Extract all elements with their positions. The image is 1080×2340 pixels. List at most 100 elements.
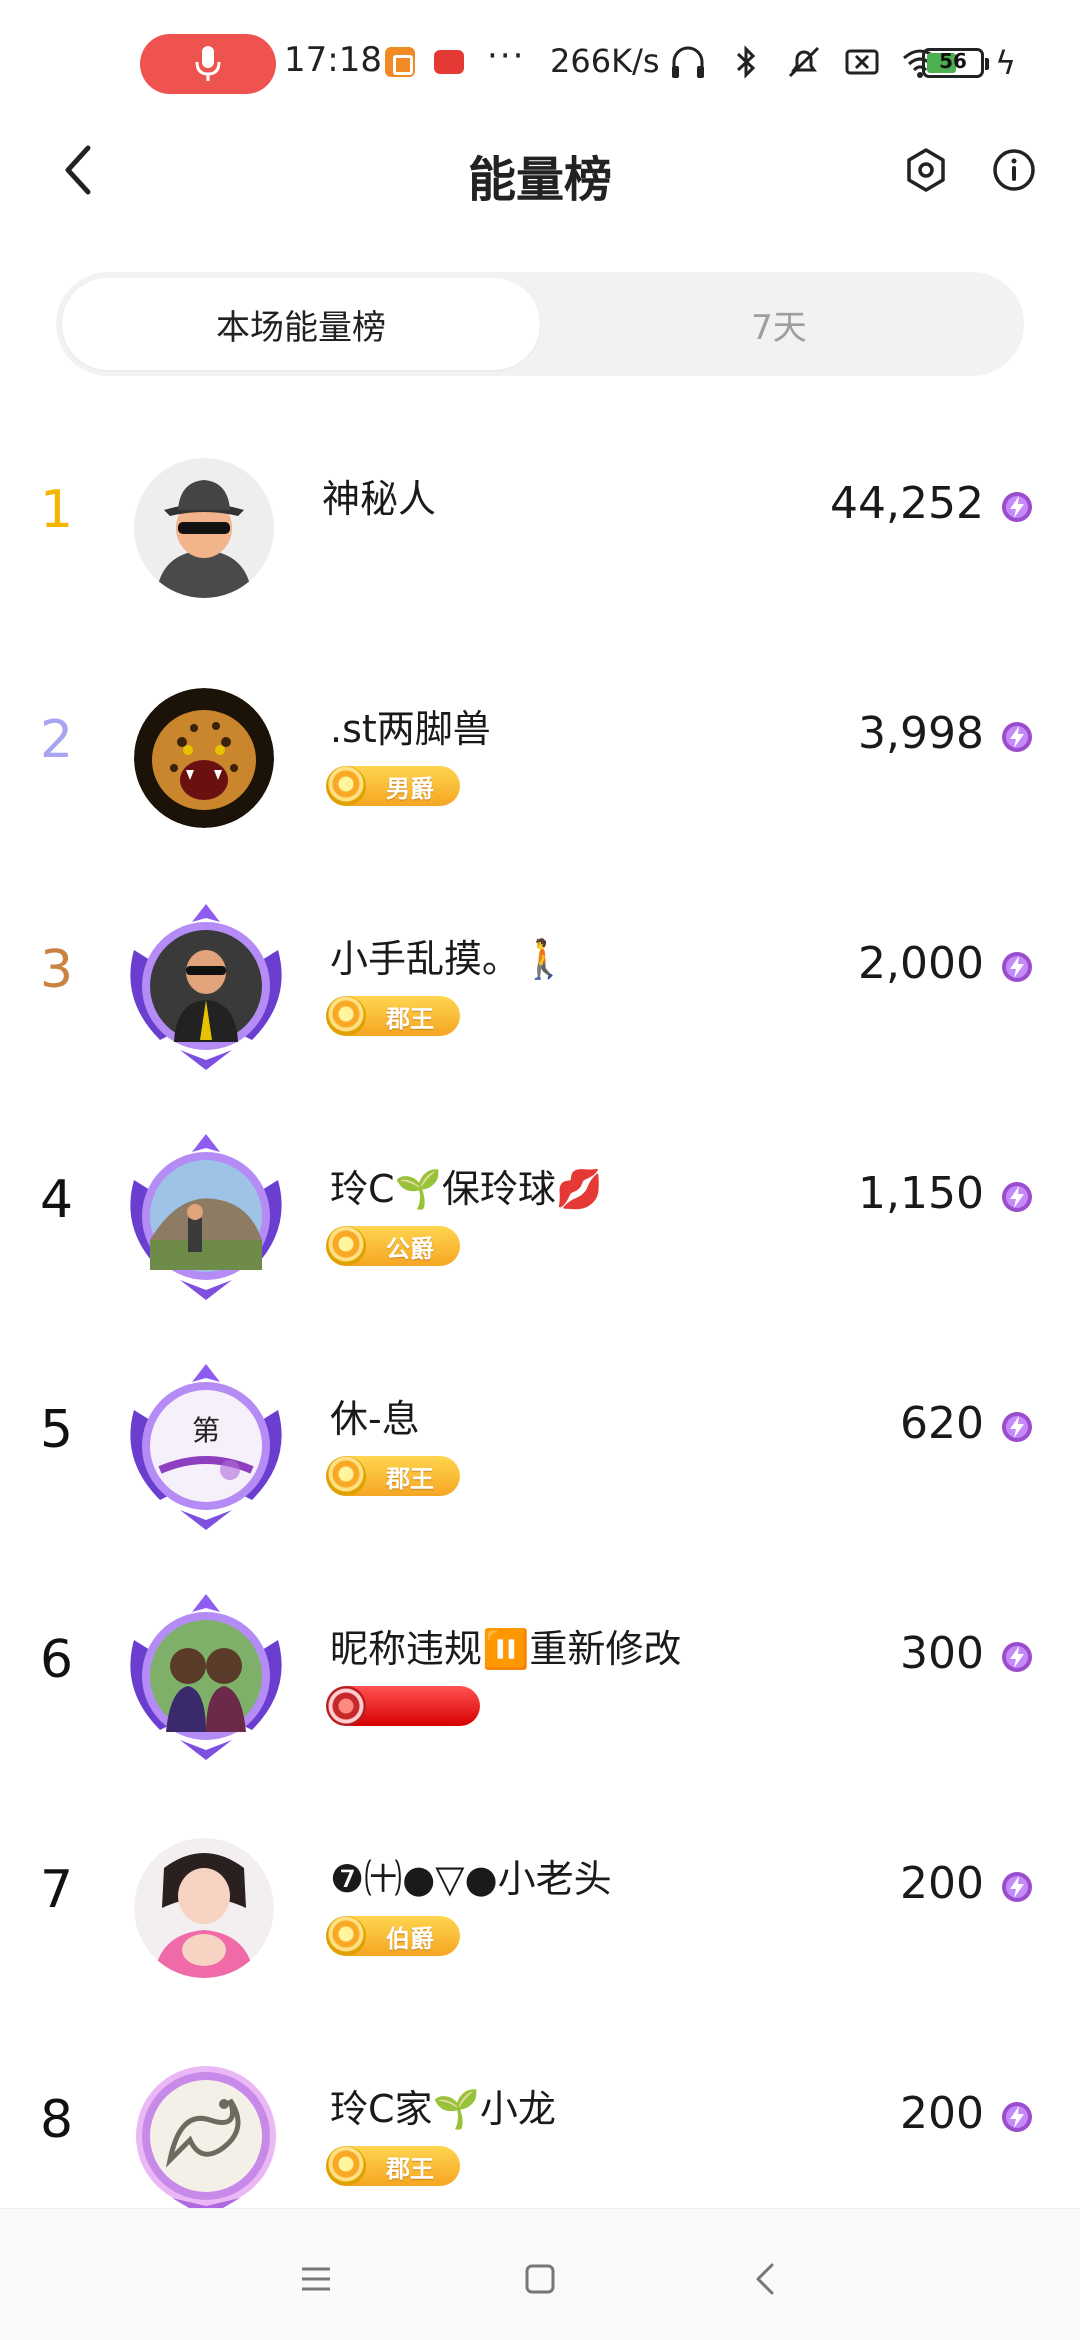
lightning-gem-icon bbox=[1002, 1642, 1032, 1672]
avatar[interactable] bbox=[120, 2050, 292, 2222]
avatar[interactable]: 第 bbox=[120, 1360, 292, 1532]
energy-score: 1,150 bbox=[858, 1168, 984, 1219]
rank-number: 4 bbox=[40, 1170, 74, 1230]
lightning-gem-icon bbox=[1002, 952, 1032, 982]
charging-icon: ϟ bbox=[995, 44, 1017, 82]
status-bar: 17:18 ··· 266K/s 56 ϟ bbox=[0, 0, 1080, 120]
more-notifications-icon: ··· bbox=[487, 36, 526, 76]
badge-gem-icon bbox=[326, 2146, 366, 2186]
battery-icon: 56 bbox=[922, 48, 989, 78]
header: 能量榜 bbox=[0, 120, 1080, 220]
bluetooth-icon bbox=[736, 45, 756, 79]
mic-recording-pill[interactable] bbox=[140, 34, 276, 94]
energy-score: 2,000 bbox=[858, 938, 984, 989]
energy-score: 300 bbox=[900, 1628, 984, 1679]
framed-avatar-couple bbox=[130, 1594, 282, 1760]
noble-badge: 男爵 bbox=[326, 766, 460, 806]
ranking-row[interactable]: 2 .st两脚兽 男爵 3,998 bbox=[0, 640, 1080, 870]
mute-bell-icon bbox=[788, 46, 820, 78]
user-name: ❼㈩●▽●小老头 bbox=[330, 1857, 612, 1901]
lightning-gem-icon bbox=[1002, 1412, 1032, 1442]
badge-label: 郡王 bbox=[386, 1004, 434, 1033]
ranking-row[interactable]: 7 ❼㈩●▽●小老头 伯爵 200 bbox=[0, 1790, 1080, 2020]
avatar-calligraphy-text: 第 bbox=[192, 1414, 220, 1447]
info-button[interactable] bbox=[986, 142, 1042, 198]
ranking-row[interactable]: 6 昵称违规⏸️重新修改 300 bbox=[0, 1560, 1080, 1790]
framed-avatar-boy bbox=[130, 904, 282, 1070]
framed-avatar-landscape bbox=[130, 1134, 282, 1300]
badge-label: 公爵 bbox=[386, 1234, 434, 1263]
badge-gem-icon bbox=[326, 1916, 366, 1956]
ranking-row[interactable]: 1 神秘人 44,252 bbox=[0, 410, 1080, 640]
ranking-tabs: 本场能量榜 7天 bbox=[56, 272, 1024, 376]
energy-ranking-page: 17:18 ··· 266K/s 56 ϟ 能量榜 本场能量榜 7天 1 神秘人… bbox=[0, 0, 1080, 2340]
recent-apps-button[interactable] bbox=[286, 2249, 346, 2309]
avatar[interactable] bbox=[134, 688, 274, 828]
user-name: 神秘人 bbox=[322, 477, 437, 521]
badge-gem-icon bbox=[326, 996, 366, 1036]
rank-number: 7 bbox=[40, 1860, 74, 1920]
framed-avatar-calligraphy: 第 bbox=[130, 1364, 282, 1530]
badge-gem-icon bbox=[326, 1456, 366, 1496]
chevron-left-icon bbox=[756, 2263, 774, 2295]
avatar[interactable] bbox=[120, 1130, 292, 1302]
status-time: 17:18 bbox=[284, 40, 382, 80]
energy-score: 44,252 bbox=[830, 478, 984, 529]
rank-number: 8 bbox=[40, 2090, 74, 2150]
badge-label: 郡王 bbox=[386, 1464, 434, 1493]
noble-badge: 郡王 bbox=[326, 996, 460, 1036]
user-name: .st两脚兽 bbox=[330, 707, 491, 751]
chevron-down-badge-icon bbox=[326, 1686, 366, 1726]
lightning-gem-icon bbox=[1002, 492, 1032, 522]
menu-icon bbox=[302, 2267, 330, 2291]
tab-7-days[interactable]: 7天 bbox=[540, 278, 1018, 370]
noble-badge: 伯爵 bbox=[326, 1916, 460, 1956]
fan-level-badge bbox=[326, 1686, 480, 1726]
ranking-row[interactable]: 4 玲C🌱保玲球💋 公爵 1,150 bbox=[0, 1100, 1080, 1330]
tab-current-session[interactable]: 本场能量榜 bbox=[62, 278, 540, 370]
user-name: 小手乱摸。🚶 bbox=[330, 937, 568, 981]
avatar[interactable] bbox=[134, 458, 274, 598]
leopard-avatar bbox=[134, 688, 274, 828]
microphone-icon bbox=[195, 46, 221, 81]
headphones-icon bbox=[672, 46, 704, 78]
badge-label: 男爵 bbox=[386, 774, 434, 803]
energy-score: 620 bbox=[900, 1398, 984, 1449]
rank-number: 2 bbox=[40, 710, 74, 770]
noble-badge: 公爵 bbox=[326, 1226, 460, 1266]
ranking-row[interactable]: 3 小手乱摸。🚶 郡王 2,000 bbox=[0, 870, 1080, 1100]
settings-button[interactable] bbox=[898, 142, 954, 198]
lightning-gem-icon bbox=[1002, 722, 1032, 752]
network-speed: 266K/s bbox=[550, 42, 660, 80]
ranking-row[interactable]: 5 第 休-息 郡王 620 bbox=[0, 1330, 1080, 1560]
lightning-gem-icon bbox=[1002, 1182, 1032, 1212]
woman-avatar bbox=[134, 1838, 274, 1978]
info-icon bbox=[993, 149, 1035, 191]
badge-label: 伯爵 bbox=[386, 1924, 434, 1953]
user-name: 玲C家🌱小龙 bbox=[330, 2087, 556, 2131]
energy-score: 200 bbox=[900, 1858, 984, 1909]
hexagon-settings-icon bbox=[907, 148, 945, 192]
user-name: 昵称违规⏸️重新修改 bbox=[330, 1627, 682, 1671]
sim-off-icon bbox=[845, 49, 879, 75]
rank-number: 5 bbox=[40, 1400, 74, 1460]
rank-number: 1 bbox=[40, 480, 74, 540]
lightning-gem-icon bbox=[1002, 2102, 1032, 2132]
badge-label: 郡王 bbox=[386, 2154, 434, 2183]
app-notification-icon-2 bbox=[434, 50, 464, 74]
framed-avatar-dragon bbox=[136, 2066, 276, 2218]
home-button[interactable] bbox=[510, 2249, 570, 2309]
lightning-gem-icon bbox=[1002, 1872, 1032, 1902]
battery-level: 56 bbox=[939, 49, 967, 73]
status-icons bbox=[668, 42, 940, 82]
badge-gem-icon bbox=[326, 1226, 366, 1266]
energy-score: 3,998 bbox=[858, 708, 984, 759]
user-name: 休-息 bbox=[330, 1397, 420, 1441]
avatar[interactable] bbox=[134, 1838, 274, 1978]
avatar[interactable] bbox=[120, 1590, 292, 1762]
mystery-person-avatar bbox=[134, 458, 274, 598]
badge-gem-icon bbox=[326, 766, 366, 806]
system-back-button[interactable] bbox=[736, 2249, 796, 2309]
app-notification-icon bbox=[385, 47, 415, 77]
avatar[interactable] bbox=[120, 900, 292, 1072]
